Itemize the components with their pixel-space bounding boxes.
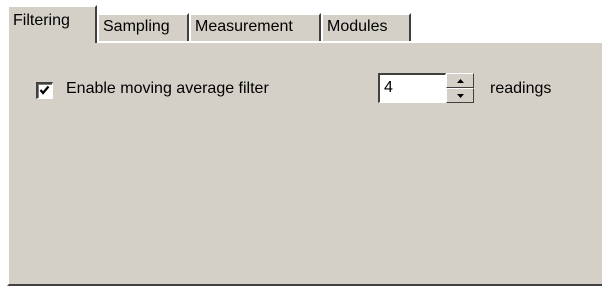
tab-measurement-label: Measurement [195,18,293,35]
arrow-up-icon [457,79,464,83]
arrow-down-icon [457,94,464,98]
settings-dialog: Filtering Sampling Measurement Modules E… [0,0,602,296]
checkmark-icon [39,85,50,95]
tab-sampling-label: Sampling [103,18,170,35]
readings-increment-button[interactable] [446,73,474,88]
readings-count-input[interactable]: 4 [378,73,446,103]
readings-unit-label: readings [490,80,552,97]
moving-average-label[interactable]: Enable moving average filter [66,78,269,100]
tab-filtering[interactable]: Filtering [7,5,97,43]
tab-measurement[interactable]: Measurement [189,13,321,41]
tab-modules[interactable]: Modules [321,13,411,41]
tab-filtering-label: Filtering [13,12,70,29]
tab-sampling[interactable]: Sampling [97,13,189,41]
readings-decrement-button[interactable] [446,88,474,103]
moving-average-checkbox[interactable] [36,82,53,99]
tab-modules-label: Modules [327,18,388,35]
